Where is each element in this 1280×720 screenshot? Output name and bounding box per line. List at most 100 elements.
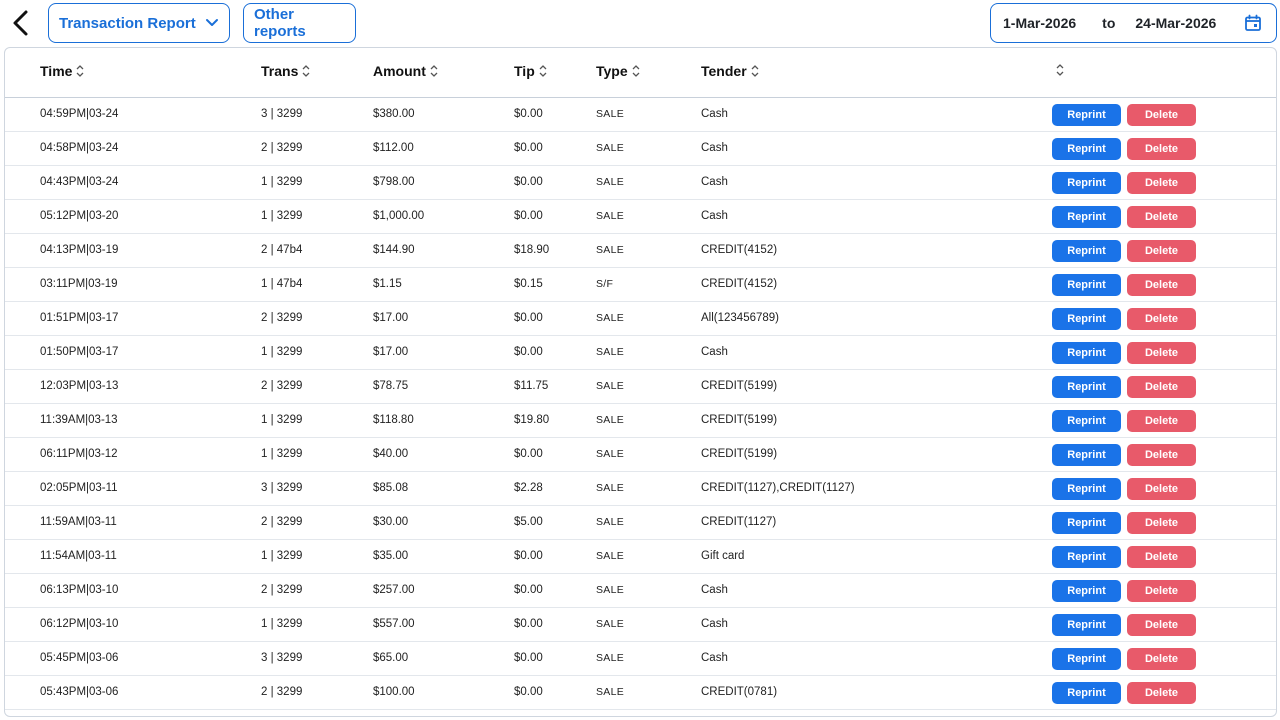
date-range-picker[interactable]: 1-Mar-2026 to 24-Mar-2026 [990,3,1277,43]
table-row[interactable]: 05:12PM|03-20 1 | 3299 $1,000.00 $0.00 SALE C… [5,200,1276,234]
delete-button[interactable]: Delete [1127,274,1196,296]
delete-button[interactable]: Delete [1127,580,1196,602]
delete-button[interactable]: Delete [1127,682,1196,704]
cell-trans: 1 | 3299 [261,176,303,188]
cell-time: 02:05PM|03-11 [40,482,118,494]
reprint-button[interactable]: Reprint [1052,104,1121,126]
delete-button[interactable]: Delete [1127,138,1196,160]
table-row[interactable]: 01:50PM|03-17 1 | 3299 $17.00 $0.00 SALE Cash… [5,336,1276,370]
cell-type: SALE [596,176,625,188]
table-row[interactable]: 03:11PM|03-19 1 | 47b4 $1.15 $0.15 S/F CREDIT… [5,268,1276,302]
reprint-button[interactable]: Reprint [1052,478,1121,500]
delete-button[interactable]: Delete [1127,342,1196,364]
table-row[interactable]: 04:58PM|03-24 2 | 3299 $112.00 $0.00 SALE Cas… [5,132,1276,166]
cell-amount: $100.00 [373,686,415,698]
table-row[interactable]: 05:45PM|03-06 3 | 3299 $65.00 $0.00 SALE Cash… [5,642,1276,676]
cell-type: SALE [596,210,625,222]
delete-button[interactable]: Delete [1127,410,1196,432]
delete-button[interactable]: Delete [1127,546,1196,568]
table-header: Time Trans Amount Tip Type Tender [5,48,1276,98]
delete-button[interactable]: Delete [1127,444,1196,466]
back-button[interactable] [8,8,34,38]
cell-time: 11:39AM|03-13 [40,414,118,426]
column-header-tip[interactable]: Tip [514,63,548,79]
reprint-button[interactable]: Reprint [1052,376,1121,398]
delete-button[interactable]: Delete [1127,512,1196,534]
report-type-dropdown[interactable]: Transaction Report [48,3,230,43]
column-header-actions[interactable] [1055,63,1065,77]
cell-time: 04:43PM|03-24 [40,176,119,188]
reprint-button[interactable]: Reprint [1052,546,1121,568]
table-row[interactable]: 05:43PM|03-06 2 | 3299 $100.00 $0.00 SALE CRE… [5,676,1276,710]
date-separator: to [1102,15,1116,31]
column-header-trans[interactable]: Trans [261,63,311,79]
chevron-left-icon [13,10,28,36]
cell-tender: Cash [701,142,728,154]
cell-amount: $30.00 [373,516,409,528]
table-row[interactable]: 11:54AM|03-11 1 | 3299 $35.00 $0.00 SALE Gift… [5,540,1276,574]
cell-tip: $0.00 [514,312,543,324]
delete-button[interactable]: Delete [1127,104,1196,126]
sort-icon [539,65,547,77]
reprint-button[interactable]: Reprint [1052,308,1121,330]
delete-button[interactable]: Delete [1127,376,1196,398]
delete-button[interactable]: Delete [1127,648,1196,670]
date-to[interactable]: 24-Mar-2026 [1135,15,1216,31]
column-header-type[interactable]: Type [596,63,641,79]
table-row[interactable]: 06:12PM|03-10 1 | 3299 $557.00 $0.00 SALE Cas… [5,608,1276,642]
table-row[interactable]: 06:13PM|03-10 2 | 3299 $257.00 $0.00 SALE Cas… [5,574,1276,608]
delete-button[interactable]: Delete [1127,478,1196,500]
reprint-button[interactable]: Reprint [1052,444,1121,466]
column-header-time[interactable]: Time [40,63,85,79]
delete-button[interactable]: Delete [1127,172,1196,194]
cell-tip: $2.28 [514,482,543,494]
delete-button[interactable]: Delete [1127,206,1196,228]
reprint-button[interactable]: Reprint [1052,172,1121,194]
cell-tender: CREDIT(5199) [701,414,778,426]
reprint-button[interactable]: Reprint [1052,240,1121,262]
table-row[interactable]: 01:51PM|03-17 2 | 3299 $17.00 $0.00 SALE All(… [5,302,1276,336]
cell-amount: $257.00 [373,584,415,596]
table-row[interactable]: 06:11PM|03-12 1 | 3299 $40.00 $0.00 SALE CRED… [5,438,1276,472]
cell-amount: $1,000.00 [373,210,425,222]
cell-amount: $65.00 [373,652,409,664]
reprint-button[interactable]: Reprint [1052,580,1121,602]
table-row[interactable]: 12:03PM|03-13 2 | 3299 $78.75 $11.75 SALE CRE… [5,370,1276,404]
reprint-button[interactable]: Reprint [1052,512,1121,534]
table-row[interactable]: 02:05PM|03-11 3 | 3299 $85.08 $2.28 SALE CRED… [5,472,1276,506]
delete-button[interactable]: Delete [1127,614,1196,636]
column-label: Time [40,63,73,79]
date-from[interactable]: 1-Mar-2026 [1003,15,1076,31]
cell-trans: 1 | 3299 [261,210,303,222]
table-row[interactable]: 11:59AM|03-11 2 | 3299 $30.00 $5.00 SALE CRED… [5,506,1276,540]
calendar-icon[interactable] [1244,14,1262,32]
reprint-button[interactable]: Reprint [1052,206,1121,228]
column-header-tender[interactable]: Tender [701,63,760,79]
column-header-amount[interactable]: Amount [373,63,439,79]
delete-button[interactable]: Delete [1127,308,1196,330]
cell-tender: Cash [701,108,728,120]
reprint-button[interactable]: Reprint [1052,274,1121,296]
table-body: 04:59PM|03-24 3 | 3299 $380.00 $0.00 SALE Cas… [5,98,1276,710]
table-row[interactable]: 04:43PM|03-24 1 | 3299 $798.00 $0.00 SALE Cas… [5,166,1276,200]
cell-tender: Cash [701,346,728,358]
reprint-button[interactable]: Reprint [1052,614,1121,636]
reprint-button[interactable]: Reprint [1052,648,1121,670]
reprint-button[interactable]: Reprint [1052,410,1121,432]
table-row[interactable]: 04:59PM|03-24 3 | 3299 $380.00 $0.00 SALE Cas… [5,98,1276,132]
reprint-button[interactable]: Reprint [1052,682,1121,704]
reprint-button[interactable]: Reprint [1052,138,1121,160]
sort-icon [751,65,759,77]
reprint-button[interactable]: Reprint [1052,342,1121,364]
delete-button[interactable]: Delete [1127,240,1196,262]
cell-trans: 1 | 47b4 [261,278,303,290]
cell-type: SALE [596,550,625,562]
cell-time: 04:58PM|03-24 [40,142,119,154]
sort-icon [76,65,84,77]
cell-time: 11:59AM|03-11 [40,516,117,528]
table-row[interactable]: 11:39AM|03-13 1 | 3299 $118.80 $19.80 SALE CR… [5,404,1276,438]
sort-icon [1056,64,1064,76]
cell-type: SALE [596,482,625,494]
table-row[interactable]: 04:13PM|03-19 2 | 47b4 $144.90 $18.90 SALE CR… [5,234,1276,268]
other-reports-button[interactable]: Other reports [243,3,356,43]
